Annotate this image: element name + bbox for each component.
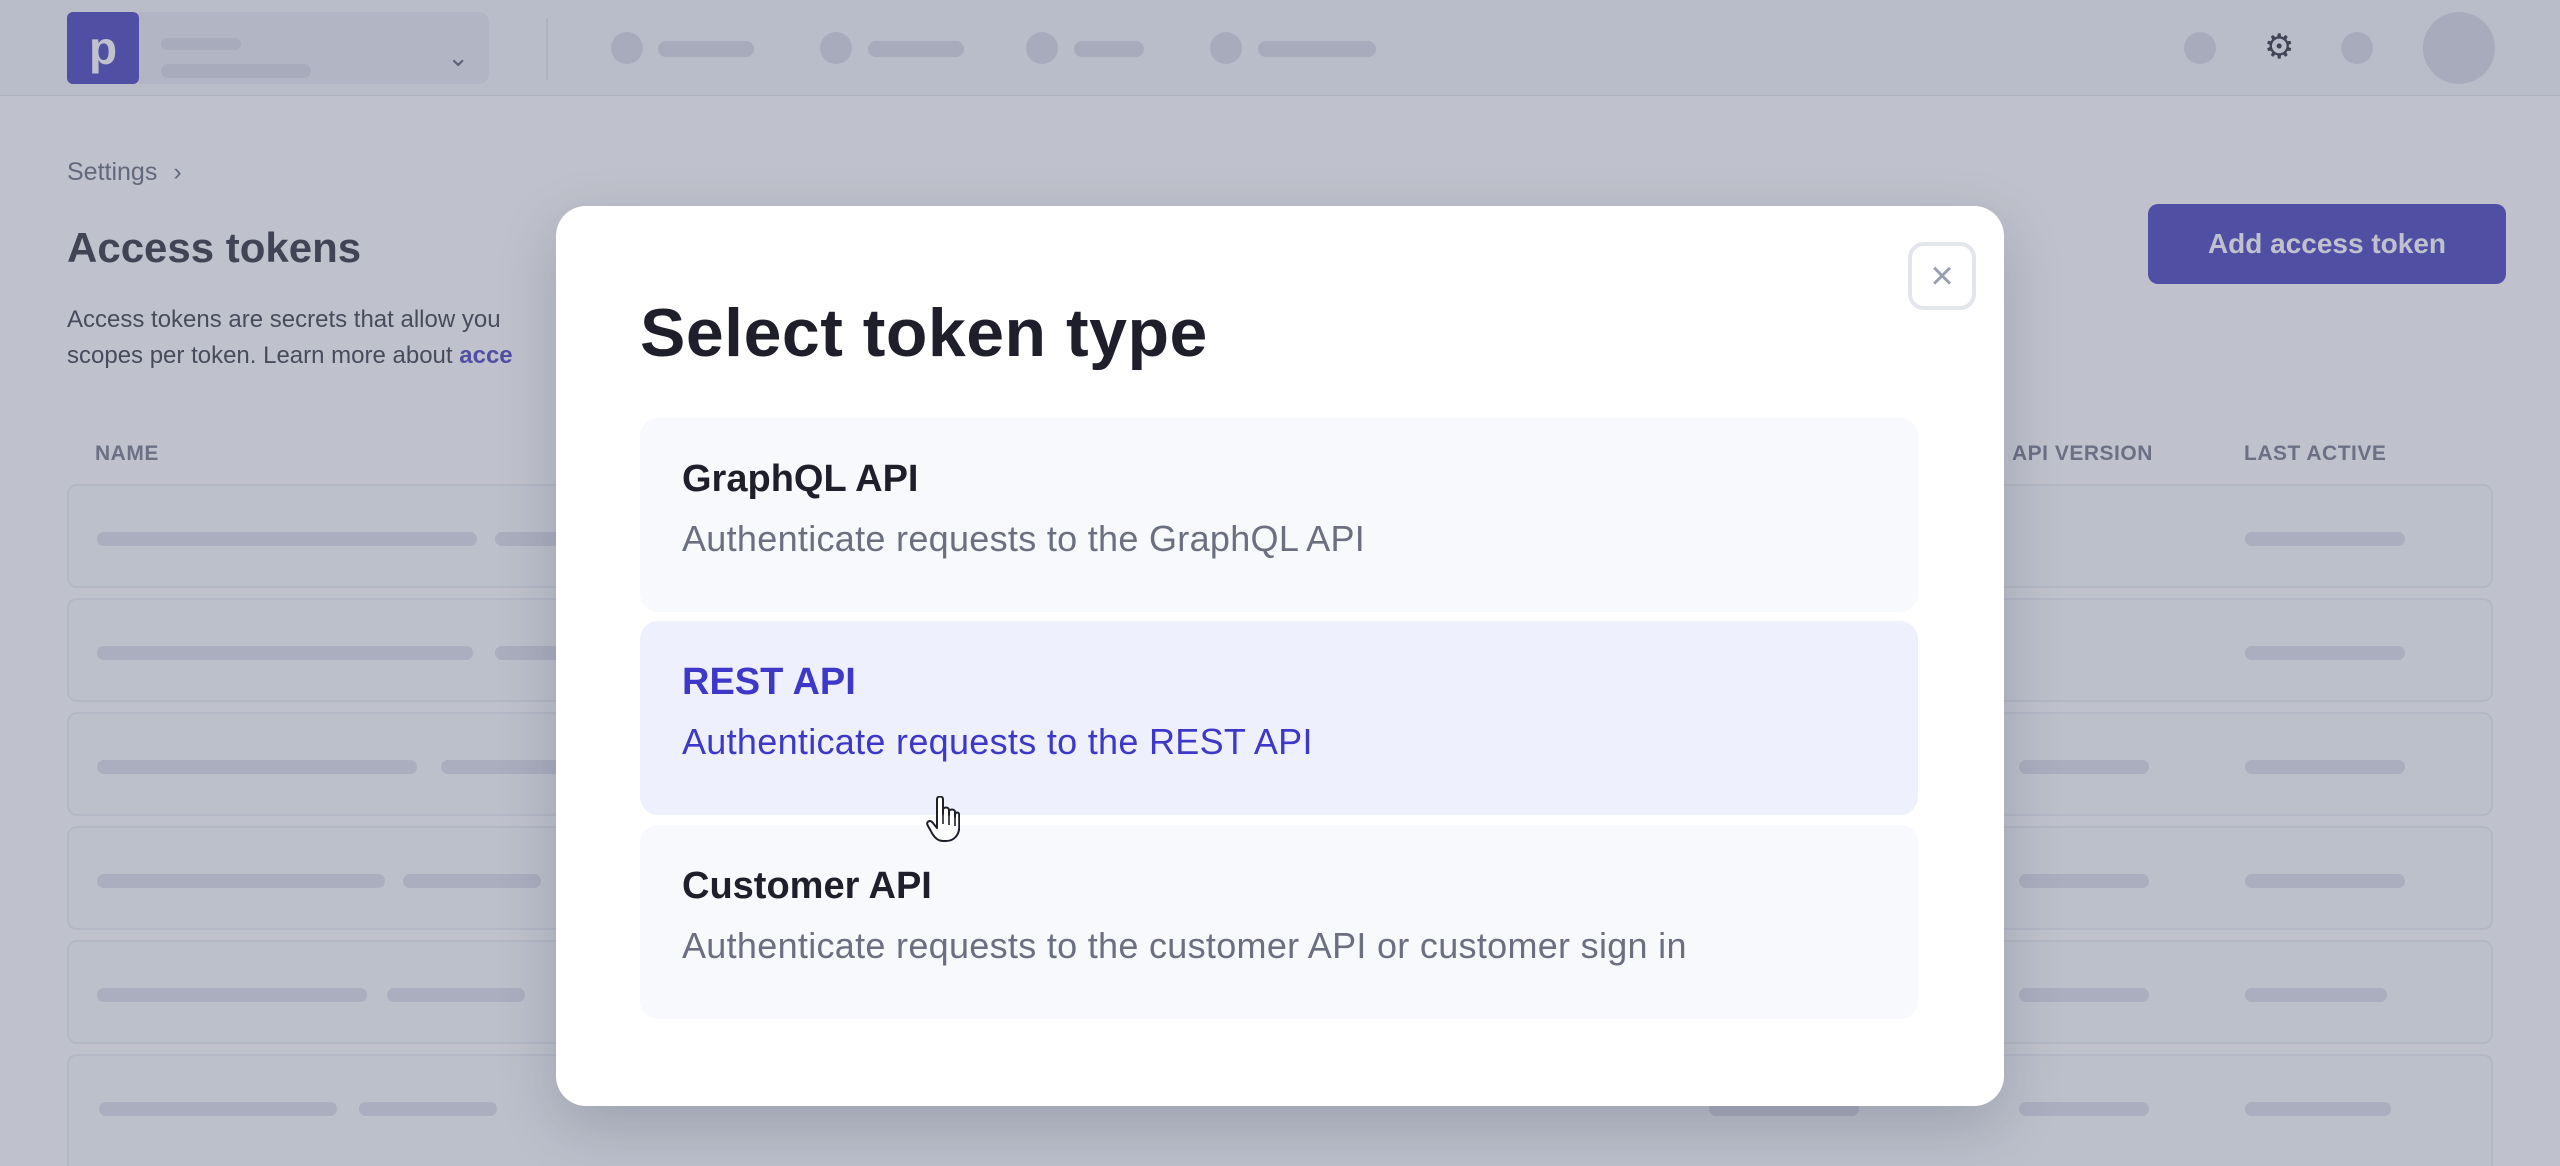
close-icon: × xyxy=(1930,254,1954,298)
select-token-type-dialog: Select token type × GraphQL API Authenti… xyxy=(556,206,2004,1106)
option-description: Authenticate requests to the customer AP… xyxy=(682,925,1687,966)
option-title: GraphQL API xyxy=(682,458,919,500)
hand-pointer-icon xyxy=(926,796,960,842)
token-option-customer-api[interactable]: Customer API Authenticate requests to th… xyxy=(640,825,1918,1019)
dialog-title: Select token type xyxy=(640,295,1208,371)
option-title: Customer API xyxy=(682,865,932,907)
token-option-rest-api[interactable]: REST API Authenticate requests to the RE… xyxy=(640,621,1918,815)
option-description: Authenticate requests to the GraphQL API xyxy=(682,518,1366,559)
option-title: REST API xyxy=(682,661,856,703)
close-button[interactable]: × xyxy=(1908,242,1976,310)
option-description: Authenticate requests to the REST API xyxy=(682,721,1313,762)
token-option-graphql-api[interactable]: GraphQL API Authenticate requests to the… xyxy=(640,418,1918,612)
